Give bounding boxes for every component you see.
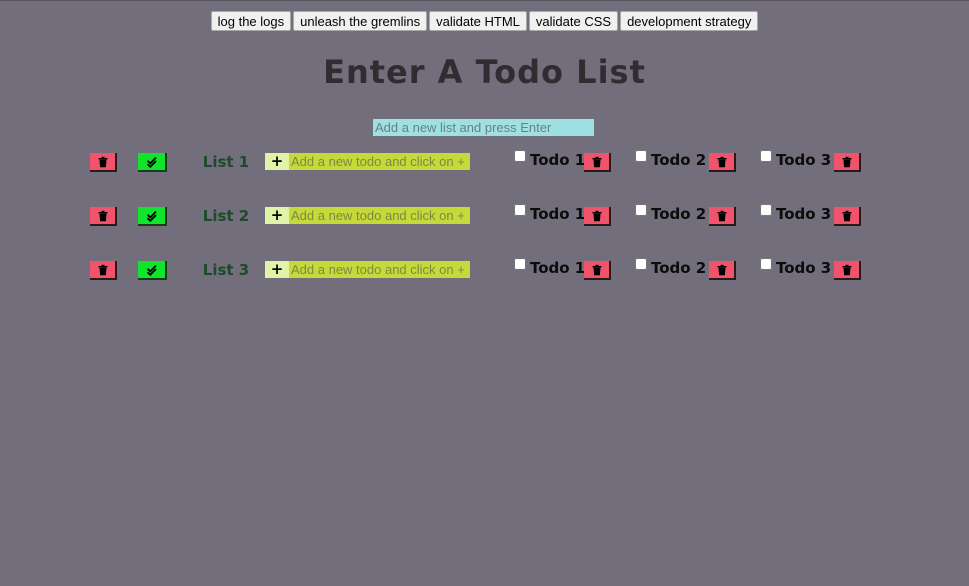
trash-icon	[716, 210, 728, 222]
trash-icon	[97, 264, 109, 276]
trash-icon	[591, 264, 603, 276]
todo-label: Todo 3	[776, 205, 832, 223]
todo-checkbox[interactable]	[635, 150, 647, 162]
delete-todo-button[interactable]	[709, 261, 736, 280]
list-row: List 3 + Todo 1 Todo 2 Todo 3	[0, 258, 969, 283]
delete-todo-button[interactable]	[709, 153, 736, 172]
delete-list-button[interactable]	[90, 261, 117, 280]
plus-icon: +	[270, 206, 284, 224]
trash-icon	[716, 264, 728, 276]
complete-list-button[interactable]	[138, 153, 167, 172]
todo-checkbox[interactable]	[760, 204, 772, 216]
trash-icon	[841, 264, 853, 276]
add-todo-input[interactable]	[289, 207, 470, 224]
delete-todo-button[interactable]	[834, 153, 861, 172]
list-title: List 1	[202, 153, 250, 171]
trash-icon	[591, 210, 603, 222]
double-check-icon	[146, 156, 158, 168]
todo-label: Todo 1	[530, 151, 586, 169]
unleash-gremlins-button[interactable]: unleash the gremlins	[293, 11, 428, 31]
todo-label: Todo 1	[530, 259, 586, 277]
todo-label: Todo 2	[651, 151, 707, 169]
todo-checkbox[interactable]	[514, 258, 526, 270]
trash-icon	[841, 156, 853, 168]
add-todo-form: +	[265, 207, 470, 224]
delete-list-button[interactable]	[90, 153, 117, 172]
trash-icon	[591, 156, 603, 168]
delete-todo-button[interactable]	[584, 153, 611, 172]
new-list-input[interactable]	[373, 119, 594, 136]
list-row: List 1 + Todo 1 Todo 2 Todo 3	[0, 150, 969, 175]
todo-checkbox[interactable]	[760, 258, 772, 270]
todo-checkbox[interactable]	[635, 258, 647, 270]
complete-list-button[interactable]	[138, 207, 167, 226]
validate-html-button[interactable]: validate HTML	[429, 11, 527, 31]
todo-label: Todo 3	[776, 259, 832, 277]
add-todo-button[interactable]: +	[265, 207, 289, 224]
complete-list-button[interactable]	[138, 261, 167, 280]
development-strategy-button[interactable]: development strategy	[620, 11, 759, 31]
dev-toolbar: log the logs unleash the gremlins valida…	[0, 11, 969, 31]
log-the-logs-button[interactable]: log the logs	[210, 11, 292, 31]
page-title: Enter A Todo List	[323, 53, 646, 91]
todo-checkbox[interactable]	[514, 150, 526, 162]
todo-checkbox[interactable]	[635, 204, 647, 216]
delete-todo-button[interactable]	[834, 261, 861, 280]
list-title: List 3	[202, 261, 250, 279]
delete-todo-button[interactable]	[584, 261, 611, 280]
trash-icon	[97, 156, 109, 168]
todo-label: Todo 3	[776, 151, 832, 169]
list-title: List 2	[202, 207, 250, 225]
todo-label: Todo 1	[530, 205, 586, 223]
add-todo-input[interactable]	[289, 153, 470, 170]
validate-css-button[interactable]: validate CSS	[528, 11, 619, 31]
delete-todo-button[interactable]	[709, 207, 736, 226]
delete-list-button[interactable]	[90, 207, 117, 226]
delete-todo-button[interactable]	[834, 207, 861, 226]
add-todo-button[interactable]: +	[265, 261, 289, 278]
todo-label: Todo 2	[651, 259, 707, 277]
todo-label: Todo 2	[651, 205, 707, 223]
plus-icon: +	[270, 152, 284, 170]
todo-checkbox[interactable]	[514, 204, 526, 216]
double-check-icon	[146, 264, 158, 276]
add-todo-form: +	[265, 153, 470, 170]
double-check-icon	[146, 210, 158, 222]
add-todo-input[interactable]	[289, 261, 470, 278]
trash-icon	[841, 210, 853, 222]
trash-icon	[716, 156, 728, 168]
add-todo-button[interactable]: +	[265, 153, 289, 170]
list-row: List 2 + Todo 1 Todo 2 Todo 3	[0, 204, 969, 229]
trash-icon	[97, 210, 109, 222]
add-todo-form: +	[265, 261, 470, 278]
plus-icon: +	[270, 260, 284, 278]
delete-todo-button[interactable]	[584, 207, 611, 226]
todo-checkbox[interactable]	[760, 150, 772, 162]
